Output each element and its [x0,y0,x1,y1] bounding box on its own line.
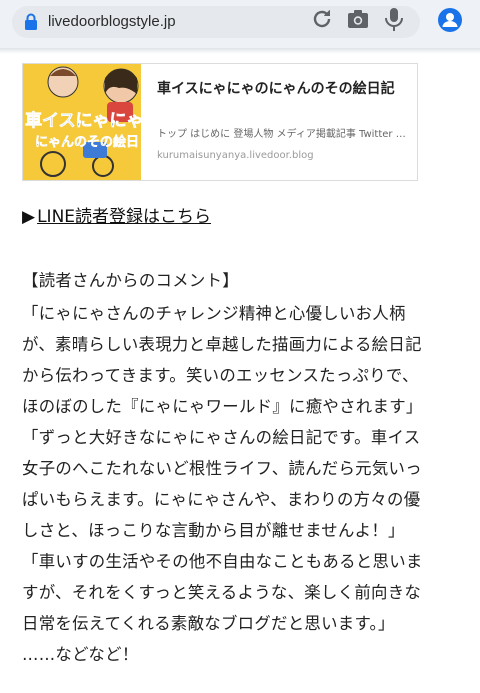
card-title[interactable]: 車イスにゃにゃのにゃんのその絵日記 [157,78,407,99]
comment-line: 女子のへこたれないど根性ライフ、読んだら元気いっ [22,459,422,478]
comment-line: ……などなど！ [22,645,139,664]
toolbar-shadow [0,48,480,54]
triangle-arrow-icon: ▶ [22,207,36,227]
account-icon[interactable] [438,8,462,32]
reader-comments: 【読者さんからのコメント】 「にゃにゃさんのチャレンジ精神と心優しいお人柄 が、… [22,265,474,670]
comment-line: から伝わってきます。笑いのエッセンスたっぷりで、 [22,366,419,385]
comment-line: 「車いすの生活やその他不自由なこともあると思いま [22,552,423,571]
line-register-row: ▶ LINE読者登録はこちら [22,202,211,227]
reload-icon[interactable] [310,7,334,35]
comment-line: しさと、ほっこりな言動から目が離せませんよ！」 [22,521,405,540]
comment-line: が、素晴らしい表現力と卓越した描画力による絵日記 [22,335,422,354]
camera-icon[interactable] [346,7,370,35]
microphone-icon[interactable] [383,7,405,37]
comment-line: 「ずっと大好きなにゃにゃさんの絵日記です。車イス [22,428,421,447]
comment-line: ほのぼのした『にゃにゃワールド』に癒やされます」 [22,397,423,416]
comment-line: 「にゃにゃさんのチャレンジ精神と心優しいお人柄 [22,304,406,323]
url-text[interactable]: livedoorblogstyle.jp [48,13,176,30]
thumbnail-title-line1: 車イスにゃにゃ [25,110,141,131]
card-url: kurumaisunyanya.livedoor.blog [157,150,314,161]
line-register-link[interactable]: LINE読者登録はこちら [37,207,211,227]
comment-line: ぱいもらえます。にゃにゃさんや、まわりの方々の優 [22,490,421,509]
card-thumbnail[interactable]: 車イスにゃにゃ にゃんのその絵日 [23,64,141,180]
thumbnail-title-line2: にゃんのその絵日 [35,134,139,150]
comment-line: すが、それをくすっと笑えるような、楽しく前向きな [22,583,422,602]
comment-line: 日常を伝えてくれる素敵なブログだと思います。」 [22,614,395,633]
browser-toolbar: livedoorblogstyle.jp [0,0,480,48]
blog-link-card[interactable]: 車イスにゃにゃ にゃんのその絵日 車イスにゃにゃのにゃんのその絵日記 トップ は… [22,63,418,181]
card-description: トップ はじめに 登場人物 メディア掲載記事 Twitter … [157,129,406,140]
lock-icon[interactable] [24,13,38,35]
comments-heading: 【読者さんからのコメント】 [22,271,239,290]
